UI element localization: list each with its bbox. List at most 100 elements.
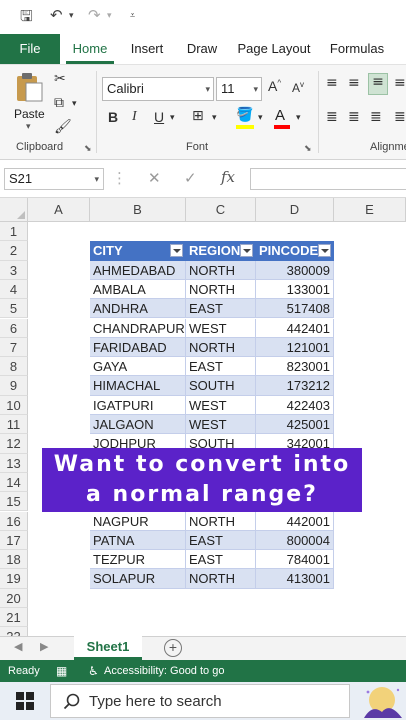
align-top-icon[interactable]: ≡ [326, 75, 338, 91]
sheet-tab-sheet1[interactable]: Sheet1 [74, 636, 142, 660]
fill-color-button[interactable]: 🪣 [234, 107, 256, 131]
table-cell[interactable]: 442001 [256, 511, 334, 531]
row-header-11[interactable]: 11 [0, 415, 28, 435]
redo-dropdown-icon[interactable]: ▾ [107, 11, 112, 21]
worksheet-grid[interactable]: ABCDE 1234567891011121314151617181920212… [0, 198, 406, 636]
enter-icon[interactable]: ✓ [184, 169, 197, 187]
table-cell[interactable]: WEST [186, 415, 256, 435]
format-painter-icon[interactable]: 🖌 [54, 119, 72, 135]
table-cell[interactable]: NORTH [186, 279, 256, 300]
table-cell[interactable]: 133001 [256, 279, 334, 300]
table-header-cell[interactable]: REGION [186, 241, 256, 261]
row-header-17[interactable]: 17 [0, 530, 28, 551]
insert-function-icon[interactable]: fx [221, 168, 235, 186]
table-cell[interactable]: AHMEDABAD [90, 260, 186, 280]
filter-dropdown-icon[interactable] [240, 244, 253, 258]
align-middle-icon[interactable]: ≡ [348, 75, 360, 91]
row-header-22[interactable]: 22 [0, 627, 28, 636]
indent-icon[interactable]: ≣ [394, 109, 406, 125]
column-header-c[interactable]: C [186, 198, 256, 222]
table-cell[interactable]: 823001 [256, 357, 334, 377]
align-bottom-icon[interactable]: ≡ [368, 73, 388, 95]
row-header-16[interactable]: 16 [0, 511, 28, 531]
font-color-button[interactable]: A [272, 107, 292, 131]
align-center-icon[interactable]: ≣ [348, 109, 360, 125]
italic-button[interactable]: I [132, 109, 137, 125]
table-cell[interactable]: 517408 [256, 299, 334, 319]
copy-icon[interactable]: ⧉ [54, 95, 64, 111]
macro-record-icon[interactable]: ▦ [56, 660, 67, 682]
table-cell[interactable]: SOLAPUR [90, 569, 186, 589]
row-header-10[interactable]: 10 [0, 395, 28, 415]
row-header-21[interactable]: 21 [0, 608, 28, 628]
table-cell[interactable]: AMBALA [90, 279, 186, 300]
row-header-15[interactable]: 15 [0, 492, 28, 512]
row-header-7[interactable]: 7 [0, 337, 28, 358]
filter-dropdown-icon[interactable] [318, 244, 331, 258]
add-sheet-icon[interactable]: + [164, 639, 182, 657]
table-cell[interactable]: ANDHRA [90, 299, 186, 319]
font-name-combo[interactable]: Calibri ▾ [102, 77, 214, 101]
undo-icon[interactable]: ↶ [50, 6, 63, 24]
table-cell[interactable]: SOUTH [186, 376, 256, 396]
table-cell[interactable]: IGATPURI [90, 395, 186, 415]
name-box[interactable]: S21 ▾ [4, 168, 104, 190]
tab-draw[interactable]: Draw [182, 34, 222, 64]
filter-dropdown-icon[interactable] [170, 244, 183, 258]
row-header-20[interactable]: 20 [0, 588, 28, 608]
select-all-button[interactable] [0, 198, 28, 222]
row-header-2[interactable]: 2 [0, 241, 28, 261]
fill-color-dropdown-icon[interactable]: ▾ [258, 113, 263, 123]
row-header-13[interactable]: 13 [0, 453, 28, 473]
row-header-18[interactable]: 18 [0, 550, 28, 570]
table-cell[interactable]: 800004 [256, 530, 334, 551]
table-cell[interactable]: 380009 [256, 260, 334, 280]
table-cell[interactable]: NORTH [186, 569, 256, 589]
tab-page-layout[interactable]: Page Layout [236, 34, 312, 64]
news-weather-icon[interactable] [356, 682, 404, 720]
windows-start-icon[interactable] [16, 692, 34, 710]
orientation-icon[interactable]: ≡ [394, 75, 406, 91]
align-left-icon[interactable]: ≣ [326, 109, 338, 125]
table-cell[interactable]: HIMACHAL [90, 376, 186, 396]
table-header-cell[interactable]: PINCODE [256, 241, 334, 261]
table-cell[interactable]: WEST [186, 395, 256, 415]
redo-icon[interactable]: ↷ [88, 6, 101, 24]
grow-font-button[interactable]: A^ [268, 78, 281, 94]
table-cell[interactable]: WEST [186, 318, 256, 338]
align-right-icon[interactable]: ≣ [370, 109, 382, 125]
table-cell[interactable]: 425001 [256, 415, 334, 435]
table-cell[interactable]: 784001 [256, 550, 334, 570]
column-header-b[interactable]: B [90, 198, 186, 222]
table-cell[interactable]: PATNA [90, 530, 186, 551]
copy-dropdown-icon[interactable]: ▾ [72, 99, 77, 109]
shrink-font-button[interactable]: Av [292, 80, 304, 95]
table-cell[interactable]: NORTH [186, 511, 256, 531]
table-cell[interactable]: 442401 [256, 318, 334, 338]
row-header-6[interactable]: 6 [0, 318, 28, 338]
underline-button[interactable]: U [154, 109, 164, 125]
cancel-icon[interactable]: ✕ [148, 169, 161, 187]
table-header-cell[interactable]: CITY [90, 241, 186, 261]
table-cell[interactable]: EAST [186, 357, 256, 377]
column-header-d[interactable]: D [256, 198, 334, 222]
table-cell[interactable]: 121001 [256, 337, 334, 358]
clipboard-launcher-icon[interactable]: ⬊ [84, 143, 92, 154]
row-header-19[interactable]: 19 [0, 569, 28, 589]
table-cell[interactable]: EAST [186, 530, 256, 551]
sheet-prev-icon[interactable]: ◀ [14, 640, 22, 653]
status-accessibility[interactable]: Accessibility: Good to go [104, 660, 224, 682]
tab-file[interactable]: File [0, 34, 60, 64]
bold-button[interactable]: B [108, 109, 118, 125]
tab-formulas[interactable]: Formulas [326, 34, 388, 64]
borders-icon[interactable]: ⊞ [192, 108, 204, 124]
table-cell[interactable]: 422403 [256, 395, 334, 415]
tab-insert[interactable]: Insert [124, 34, 170, 64]
row-header-5[interactable]: 5 [0, 299, 28, 319]
row-header-14[interactable]: 14 [0, 472, 28, 493]
font-color-dropdown-icon[interactable]: ▾ [296, 113, 301, 123]
borders-dropdown-icon[interactable]: ▾ [212, 113, 217, 123]
table-cell[interactable]: EAST [186, 299, 256, 319]
row-header-4[interactable]: 4 [0, 279, 28, 300]
table-cell[interactable]: CHANDRAPUR [90, 318, 186, 338]
